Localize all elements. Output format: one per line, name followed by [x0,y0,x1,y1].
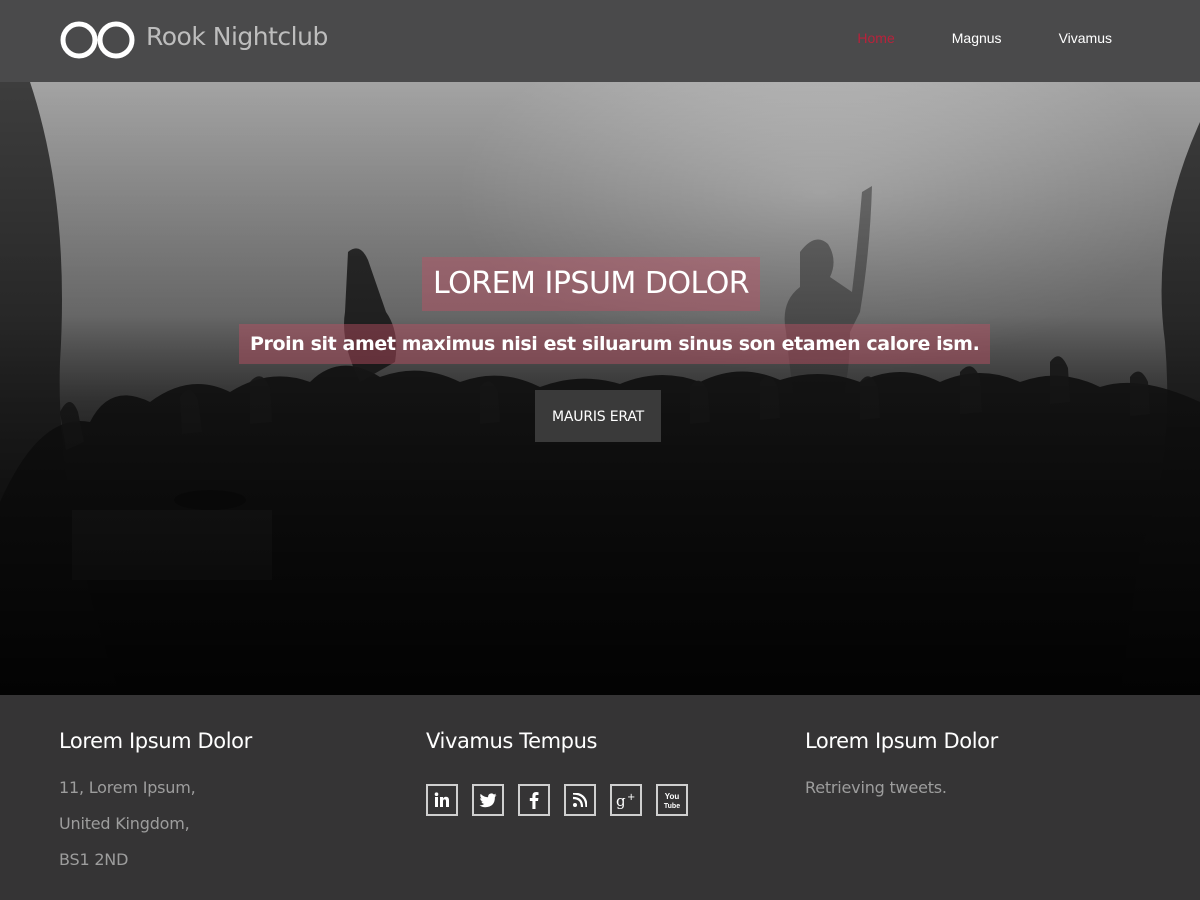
hero-banner: LOREM IPSUM DOLOR Proin sit amet maximus… [0,82,1200,695]
footer-tweets-column: Lorem Ipsum Dolor Retrieving tweets. [805,729,998,806]
hero-subtitle: Proin sit amet maximus nisi est siluarum… [239,324,991,364]
hero-cta-button[interactable]: MAURIS ERAT [535,390,661,442]
main-nav: Home Magnus Vivamus [800,30,1112,46]
address-line: United Kingdom, [59,814,190,833]
google-plus-icon[interactable]: g + [610,784,642,816]
nav-magnus[interactable]: Magnus [952,30,1002,46]
linkedin-icon[interactable] [426,784,458,816]
svg-text:+: + [627,792,635,803]
tweets-status: Retrieving tweets. [805,778,947,797]
social-links: g + You Tube [426,784,702,816]
youtube-icon[interactable]: You Tube [656,784,688,816]
footer-heading: Lorem Ipsum Dolor [59,729,252,753]
youtube-text-tube: Tube [664,803,680,810]
brand-name[interactable]: Rook Nightclub [146,22,328,51]
footer-heading: Lorem Ipsum Dolor [805,729,998,753]
youtube-text-you: You [665,792,680,801]
footer-address-column: Lorem Ipsum Dolor 11, Lorem Ipsum, Unite… [59,729,252,878]
nav-vivamus[interactable]: Vivamus [1059,30,1112,46]
facebook-icon[interactable] [518,784,550,816]
nav-home[interactable]: Home [857,30,894,46]
footer-heading: Vivamus Tempus [426,729,598,753]
hero-title: LOREM IPSUM DOLOR [422,257,761,311]
svg-text:g: g [616,792,626,809]
rss-icon[interactable] [564,784,596,816]
site-header: Rook Nightclub Home Magnus Vivamus [0,0,1200,82]
footer-social-column: Vivamus Tempus g + You Tube [426,729,702,816]
logo[interactable] [60,18,136,62]
twitter-icon[interactable] [472,784,504,816]
address-line: BS1 2ND [59,850,129,869]
hero-background-image [0,82,1200,695]
address-line: 11, Lorem Ipsum, [59,778,196,797]
site-footer: Lorem Ipsum Dolor 11, Lorem Ipsum, Unite… [0,695,1200,900]
logo-mark-icon [60,21,135,59]
